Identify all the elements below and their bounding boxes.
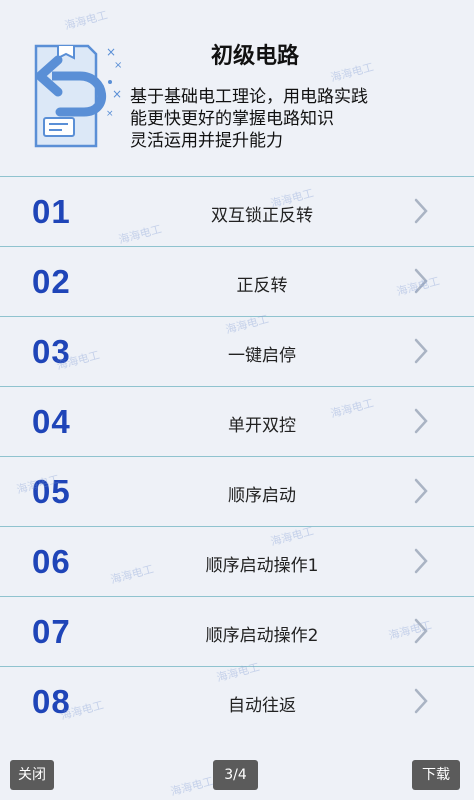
page-description: 基于基础电工理论，用电路实践 能更快更好的掌握电路知识 灵活运用并提升能力 bbox=[130, 86, 460, 152]
item-number: 06 bbox=[32, 543, 71, 580]
svg-text:×: × bbox=[106, 109, 114, 119]
description-line: 基于基础电工理论，用电路实践 bbox=[130, 87, 368, 107]
page: × × × × 初级电路 基于基础电工理论，用电路实践 能更快更好的掌握电路知识… bbox=[0, 0, 474, 800]
item-label: 顺序启动 bbox=[228, 486, 296, 506]
item-number: 01 bbox=[32, 193, 71, 230]
chevron-right-icon bbox=[414, 338, 428, 364]
chevron-right-icon bbox=[414, 688, 428, 714]
item-number: 04 bbox=[32, 403, 71, 440]
svg-text:×: × bbox=[112, 87, 122, 101]
item-label: 单开双控 bbox=[228, 416, 296, 436]
list-item[interactable]: 04 单开双控 bbox=[0, 386, 474, 456]
svg-text:×: × bbox=[114, 60, 122, 71]
page-indicator: 3/4 bbox=[213, 760, 258, 790]
download-button[interactable]: 下载 bbox=[412, 760, 460, 790]
item-number: 05 bbox=[32, 473, 71, 510]
header: × × × × 初级电路 基于基础电工理论，用电路实践 能更快更好的掌握电路知识… bbox=[0, 0, 474, 176]
svg-text:×: × bbox=[106, 45, 116, 59]
close-button[interactable]: 关闭 bbox=[10, 760, 54, 790]
item-number: 03 bbox=[32, 333, 71, 370]
item-number: 07 bbox=[32, 613, 71, 650]
list-item[interactable]: 06 顺序启动操作1 bbox=[0, 526, 474, 596]
page-title: 初级电路 bbox=[210, 44, 299, 69]
description-line: 灵活运用并提升能力 bbox=[130, 131, 283, 151]
list-item[interactable]: 03 一键启停 bbox=[0, 316, 474, 386]
chevron-right-icon bbox=[414, 478, 428, 504]
item-label: 一键启停 bbox=[228, 346, 296, 366]
item-label: 双互锁正反转 bbox=[211, 206, 313, 226]
list-item[interactable]: 07 顺序启动操作2 bbox=[0, 596, 474, 666]
chevron-right-icon bbox=[414, 408, 428, 434]
item-label: 顺序启动操作2 bbox=[205, 626, 319, 646]
description-line: 能更快更好的掌握电路知识 bbox=[130, 109, 334, 129]
list-item[interactable]: 08 自动往返 bbox=[0, 666, 474, 736]
list-item[interactable]: 01 双互锁正反转 bbox=[0, 176, 474, 246]
chevron-right-icon bbox=[414, 548, 428, 574]
circuit-list: 01 双互锁正反转 02 正反转 03 一键启停 04 单开双控 05 顺序启动… bbox=[0, 176, 474, 736]
list-item[interactable]: 02 正反转 bbox=[0, 246, 474, 316]
item-label: 自动往返 bbox=[228, 696, 296, 716]
item-label: 顺序启动操作1 bbox=[205, 556, 319, 576]
return-box-illustration: × × × × bbox=[34, 44, 122, 148]
bottom-bar: 关闭 3/4 下载 bbox=[0, 756, 474, 800]
item-number: 08 bbox=[32, 683, 71, 720]
list-item[interactable]: 05 顺序启动 bbox=[0, 456, 474, 526]
chevron-right-icon bbox=[414, 198, 428, 224]
chevron-right-icon bbox=[414, 268, 428, 294]
chevron-right-icon bbox=[414, 618, 428, 644]
item-number: 02 bbox=[32, 263, 71, 300]
item-label: 正反转 bbox=[236, 276, 288, 296]
